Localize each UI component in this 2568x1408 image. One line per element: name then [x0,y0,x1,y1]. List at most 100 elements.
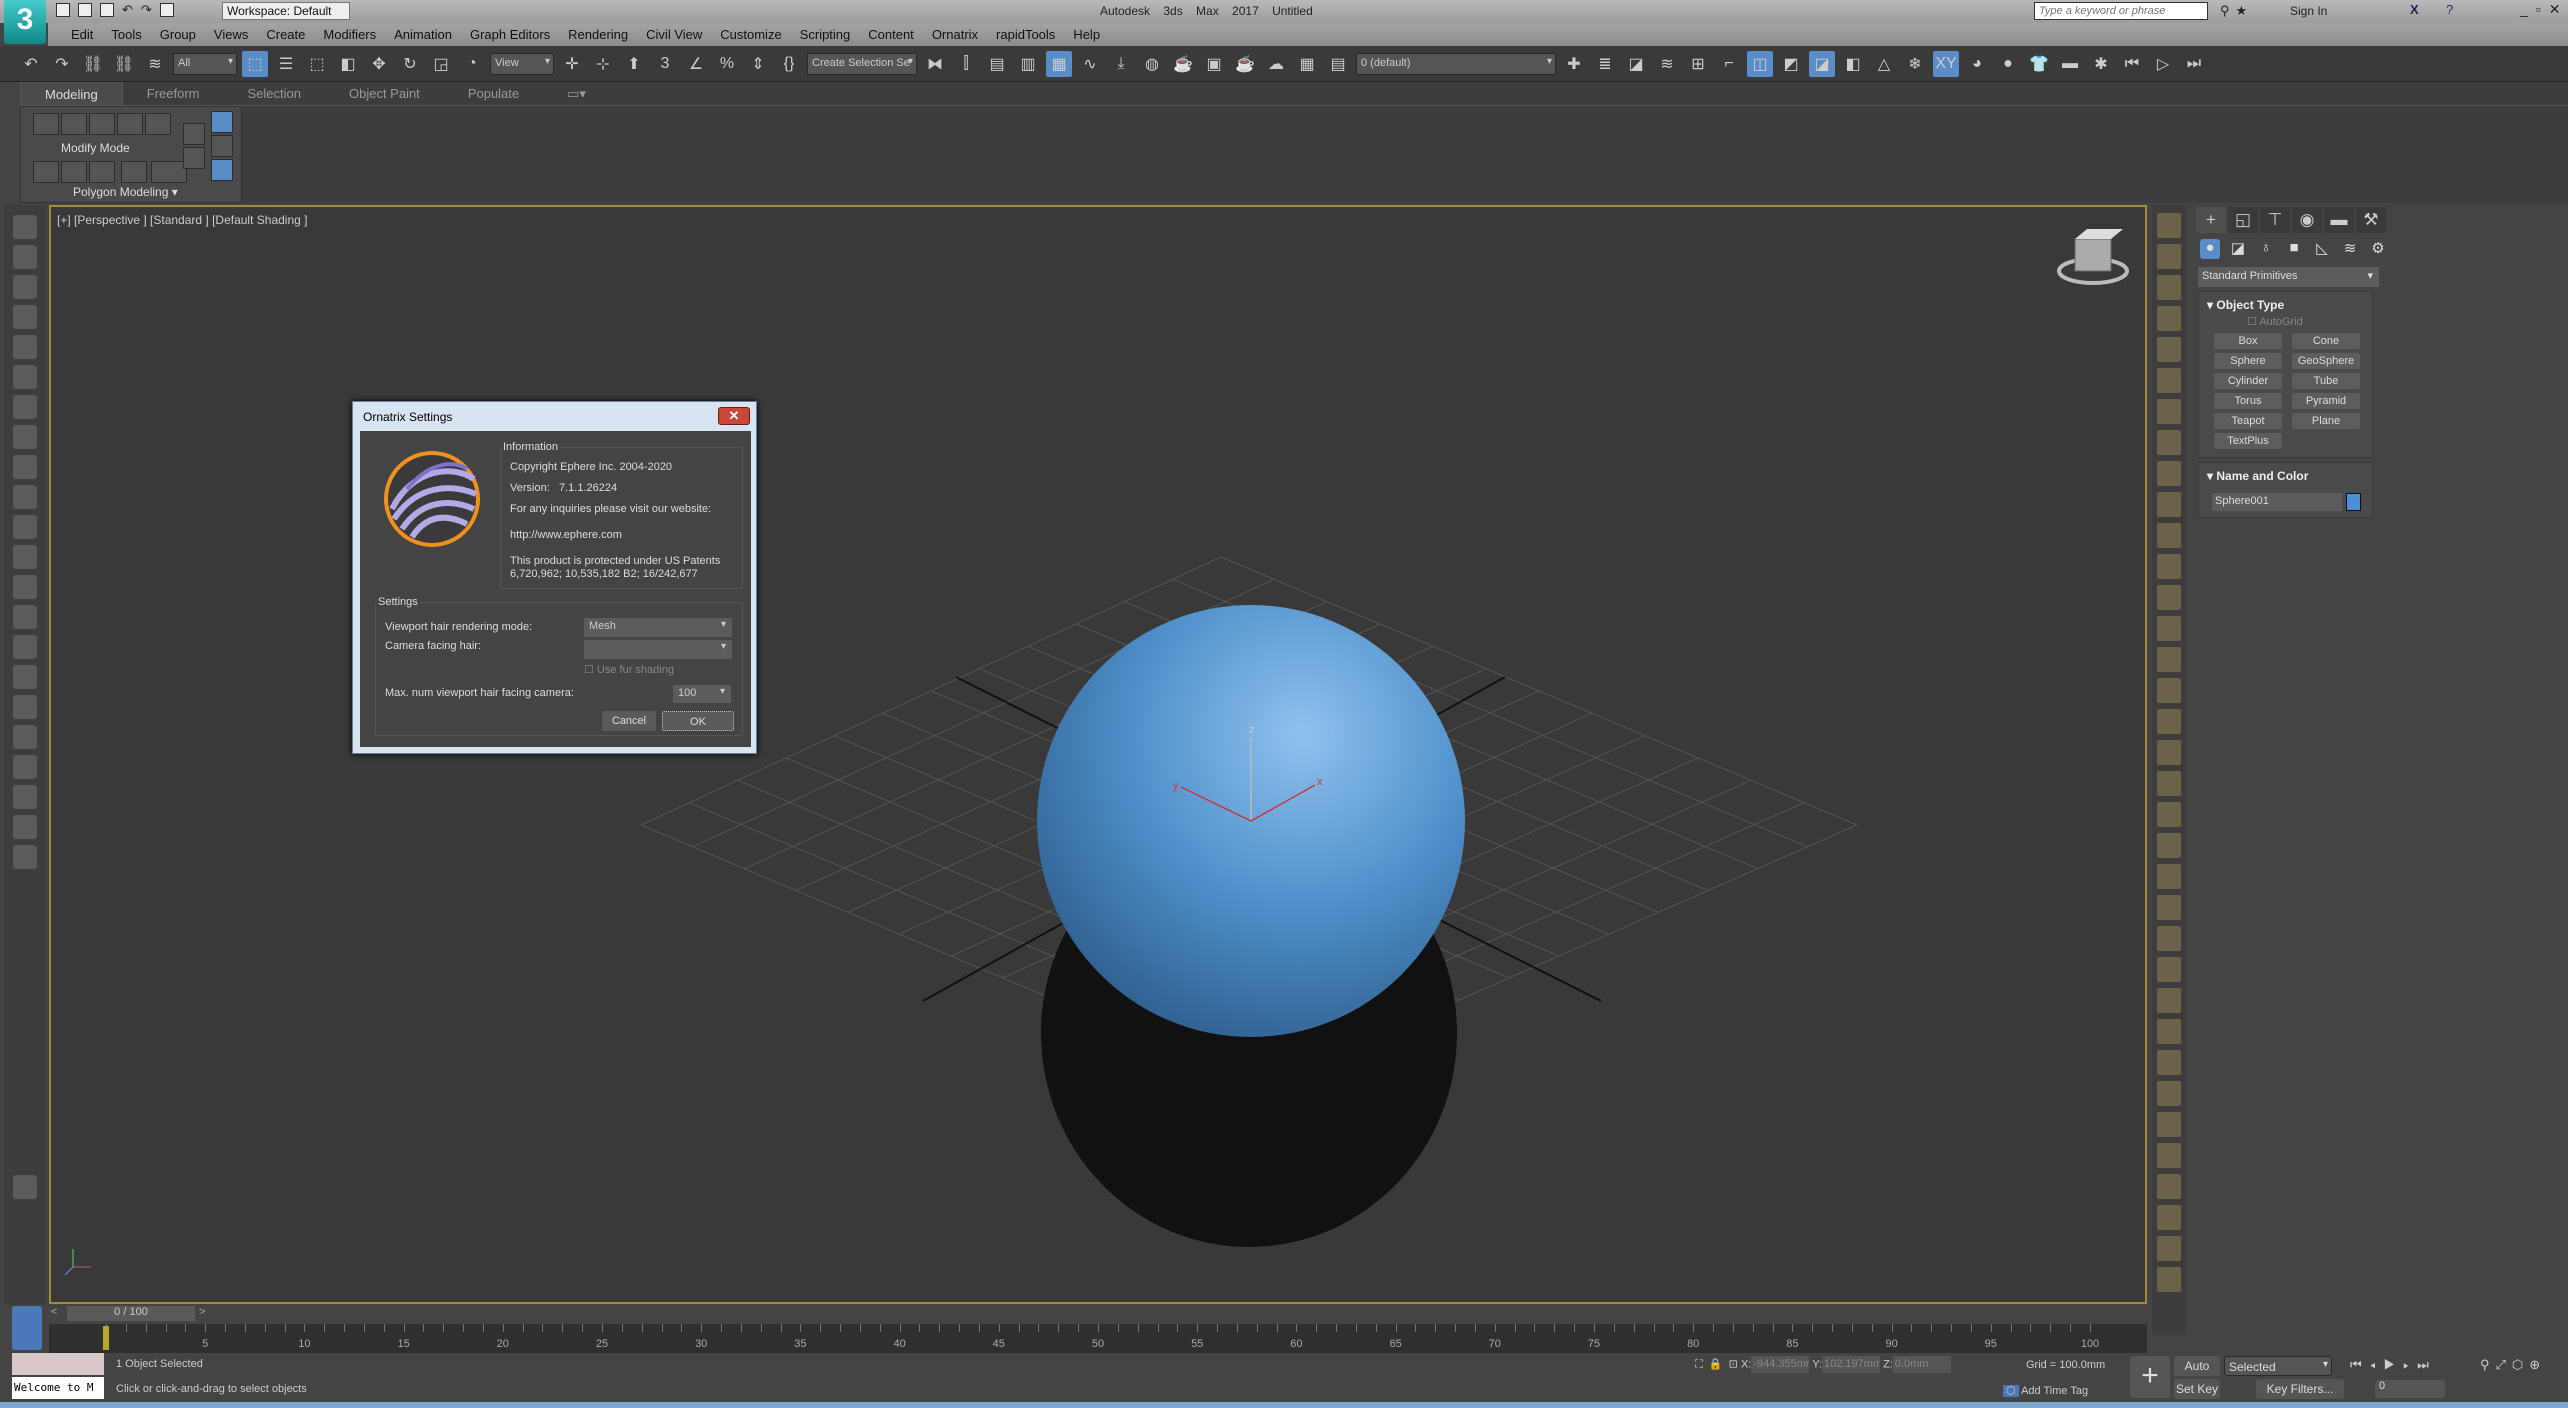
helpers-icon[interactable]: ◺ [2312,239,2332,259]
sphere-icon[interactable]: ● [1995,51,2021,77]
stack-up-icon[interactable] [183,123,205,145]
dome-icon[interactable] [13,365,37,389]
ornatrix-tool-icon[interactable] [2157,399,2181,424]
render-icon[interactable]: ☕ [1232,51,1258,77]
isolate-icon[interactable]: ⛶ [1695,1358,1703,1370]
layer-props-icon[interactable]: ≋ [1654,51,1680,77]
current-frame-field[interactable]: 0 [2375,1380,2445,1398]
undo-icon[interactable]: ↶ [18,51,44,77]
bind-space-warp-icon[interactable]: ≋ [142,51,168,77]
menu-customize[interactable]: Customize [711,27,790,42]
pyramid-button[interactable]: Pyramid [2292,393,2360,409]
layer-dropdown[interactable]: 0 (default) [1356,52,1556,75]
lights-icon[interactable]: ♁ [2256,239,2276,259]
polygon-modeling-dropdown[interactable]: Polygon Modeling ▾ [73,185,178,199]
ornatrix-tool-icon[interactable] [2157,213,2181,238]
ornatrix-tool-icon[interactable] [2157,678,2181,703]
curve-editor-icon[interactable]: ∿ [1077,51,1103,77]
a360-icon[interactable]: ▦ [1294,51,1320,77]
mirror-icon[interactable]: ⧓ [922,51,948,77]
manipulate-icon[interactable]: ⊹ [590,51,616,77]
y-coordinate-field[interactable]: 102.197mm [1822,1356,1880,1373]
ornatrix-tool-icon[interactable] [2157,771,2181,796]
select-by-name-icon[interactable]: ☰ [273,51,299,77]
ornatrix-tool-icon[interactable] [2157,275,2181,300]
save-file-icon[interactable] [100,3,114,17]
hair-icon[interactable] [13,545,37,569]
snap-5-icon[interactable]: ◪ [1809,50,1835,77]
help-icon[interactable] [13,815,37,839]
ornatrix-tool-icon[interactable] [2157,430,2181,455]
keyboard-shortcut-icon[interactable]: ⬆ [621,51,647,77]
scale-icon[interactable]: ◲ [428,51,454,77]
layers-icon[interactable]: ≣ [1592,51,1618,77]
ribbon-options-icon[interactable]: ▭▾ [543,82,610,105]
select-by-vertex-icon[interactable] [33,161,59,183]
snap-2-icon[interactable]: ⌐ [1716,51,1742,77]
close-button[interactable]: ✕ [718,407,750,425]
tab-selection[interactable]: Selection [224,82,325,105]
step-back-icon[interactable]: ⏮ [2119,51,2145,77]
percent-snap-icon[interactable]: % [714,51,740,77]
reference-coordinate-dropdown[interactable]: View [490,52,554,75]
menu-rendering[interactable]: Rendering [559,27,637,42]
select-by-angle-icon[interactable] [89,161,115,183]
layer-explorer-icon[interactable]: ▥ [1015,51,1041,77]
ignore-backfacing-icon[interactable] [61,161,87,183]
place-icon[interactable]: ◔ [459,51,485,77]
image-icon[interactable] [13,275,37,299]
ornatrix-tool-icon[interactable] [2157,988,2181,1013]
camera-facing-dropdown[interactable] [584,640,732,659]
help-icon[interactable]: ? [2446,2,2453,17]
gear-icon[interactable] [13,425,37,449]
cylinder-button[interactable]: Cylinder [2214,373,2282,389]
z-coordinate-field[interactable]: 0.0mm [1892,1356,1951,1373]
element-icon[interactable] [145,113,171,135]
ornatrix-tool-icon[interactable] [2157,461,2181,486]
vertex-icon[interactable] [33,113,59,135]
key-mode-dropdown[interactable]: Selected [2224,1356,2332,1376]
preview-selection-icon[interactable] [121,161,147,183]
named-selection-set-dropdown[interactable]: Create Selection Se [807,52,917,75]
snap-6-icon[interactable]: ◧ [1840,51,1866,77]
freeze-icon[interactable]: ❄ [1902,51,1928,77]
undo-icon[interactable]: ↶ [122,2,133,18]
unlink-icon[interactable]: ⛓ [111,51,137,77]
menu-ornatrix[interactable]: Ornatrix [923,27,987,42]
window-crossing-icon[interactable]: ◧ [335,51,361,77]
shapes-icon[interactable]: ◪ [2228,239,2248,259]
ornatrix-tool-icon[interactable] [2157,740,2181,765]
ornatrix-tool-icon[interactable] [2157,337,2181,362]
viewport-navigation-controls[interactable]: ⚲⤢⬡⊕ [2480,1357,2546,1373]
auto-key-button[interactable]: Auto Key [2174,1356,2220,1393]
redo-icon[interactable]: ↷ [141,2,152,18]
rectangular-selection-icon[interactable]: ⬚ [304,51,330,77]
disc-icon[interactable] [13,515,37,539]
ornatrix-tool-icon[interactable] [2157,523,2181,548]
scene-explorer-icon[interactable]: ▤ [984,51,1010,77]
teapot-button[interactable]: Teapot [2214,413,2282,429]
perspective-viewport[interactable]: [+] [Perspective ] [Standard ] [Default … [49,205,2147,1304]
ornatrix-tool-icon[interactable] [2157,833,2181,858]
menu-content[interactable]: Content [859,27,923,42]
toggle-icon[interactable] [13,755,37,779]
record-icon[interactable] [13,845,37,869]
viewcube-icon[interactable] [2057,229,2129,285]
border-icon[interactable] [89,113,115,135]
textplus-button[interactable]: TextPlus [2214,433,2282,449]
plane-button[interactable]: Plane [2292,413,2360,429]
category-dropdown[interactable]: Standard Primitives [2198,267,2379,287]
maxscript-input[interactable]: Welcome to M [12,1377,104,1399]
prev-frame-icon[interactable]: < [51,1306,57,1318]
menu-create[interactable]: Create [257,27,314,42]
lock-icon[interactable]: 🔒 [1709,1358,1723,1370]
tab-freeform[interactable]: Freeform [123,82,224,105]
cone-icon[interactable] [13,455,37,479]
add-time-tag-button[interactable]: ⬡ Add Time Tag [2003,1384,2088,1397]
ornatrix-tool-icon[interactable] [2157,1050,2181,1075]
sign-in-button[interactable]: Sign In [2290,4,2327,18]
menu-rapidtools[interactable]: rapidTools [987,27,1064,42]
track-bar[interactable]: 0510152025303540455055606570758085909510… [49,1324,2147,1353]
workspace-dropdown[interactable]: Workspace: Default [222,2,350,20]
search-input[interactable] [2034,2,2208,20]
